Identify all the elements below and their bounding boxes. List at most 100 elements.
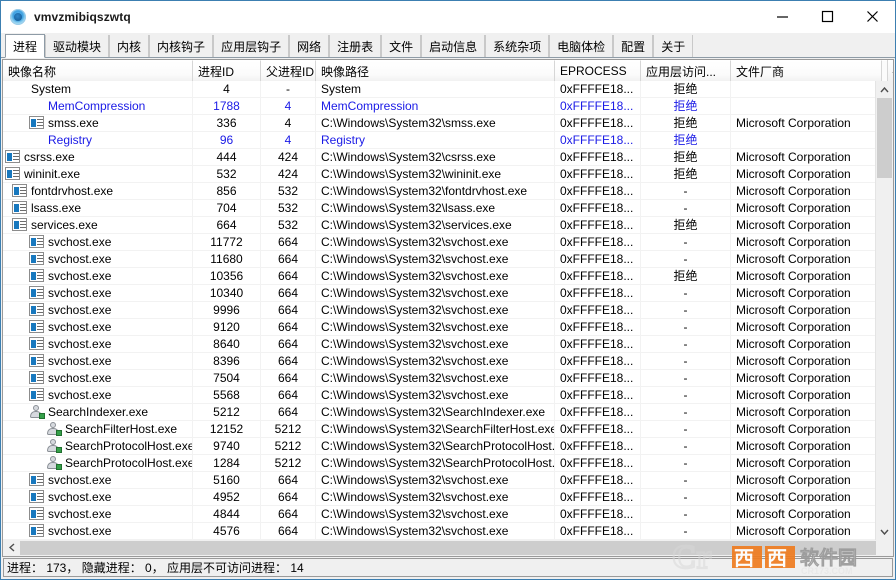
tab-9[interactable]: 系统杂项	[485, 35, 549, 57]
scroll-down-icon[interactable]	[876, 523, 893, 540]
close-icon[interactable]	[850, 1, 895, 32]
tab-label: 内核	[117, 38, 141, 55]
tab-10[interactable]: 电脑体检	[549, 35, 613, 57]
tab-7[interactable]: 文件	[381, 35, 421, 57]
cell-ppid: 664	[261, 523, 316, 540]
table-row[interactable]: SearchIndexer.exe5212664C:\Windows\Syste…	[3, 404, 875, 421]
table-row[interactable]: svchost.exe5568664C:\Windows\System32\sv…	[3, 387, 875, 404]
tab-2[interactable]: 内核	[109, 35, 149, 57]
vertical-scroll-track[interactable]	[876, 98, 893, 523]
tab-3[interactable]: 内核钩子	[149, 35, 213, 57]
tab-0[interactable]: 进程	[5, 34, 45, 58]
cell-ppid: 664	[261, 387, 316, 404]
header-scroll-corner	[887, 60, 894, 81]
cell-vendor: Microsoft Corporation	[731, 200, 875, 217]
table-row[interactable]: svchost.exe10340664C:\Windows\System32\s…	[3, 285, 875, 302]
tab-label: 关于	[661, 38, 685, 55]
cell-ppid: 424	[261, 166, 316, 183]
table-row[interactable]: fontdrvhost.exe856532C:\Windows\System32…	[3, 183, 875, 200]
cell-pid: 5160	[193, 472, 261, 489]
table-row[interactable]: svchost.exe11680664C:\Windows\System32\s…	[3, 251, 875, 268]
process-window-icon	[5, 166, 21, 182]
scroll-left-icon[interactable]	[3, 540, 20, 555]
column-header-label: EPROCESS	[560, 64, 627, 78]
table-row[interactable]: MemCompression17884MemCompression0xFFFFE…	[3, 98, 875, 115]
tab-5[interactable]: 网络	[289, 35, 329, 57]
table-row[interactable]: svchost.exe10356664C:\Windows\System32\s…	[3, 268, 875, 285]
column-header-4[interactable]: EPROCESS	[555, 60, 641, 81]
vertical-scrollbar[interactable]	[875, 81, 893, 540]
cell-image-name: svchost.exe	[3, 302, 193, 319]
tab-12[interactable]: 关于	[653, 35, 693, 57]
table-row[interactable]: svchost.exe4844664C:\Windows\System32\sv…	[3, 506, 875, 523]
cell-ppid: 664	[261, 506, 316, 523]
table-row[interactable]: smss.exe3364C:\Windows\System32\smss.exe…	[3, 115, 875, 132]
cell-vendor: Microsoft Corporation	[731, 472, 875, 489]
cell-pid: 4576	[193, 523, 261, 540]
table-row[interactable]: svchost.exe8396664C:\Windows\System32\sv…	[3, 353, 875, 370]
table-row[interactable]: SearchProtocolHost.exe97405212C:\Windows…	[3, 438, 875, 455]
tab-label: 文件	[389, 38, 413, 55]
column-header-3[interactable]: 映像路径	[316, 60, 555, 81]
table-row[interactable]: SearchFilterHost.exe121525212C:\Windows\…	[3, 421, 875, 438]
column-header-1[interactable]: 进程ID	[193, 60, 261, 81]
cell-image-name: svchost.exe	[3, 268, 193, 285]
table-row[interactable]: svchost.exe9996664C:\Windows\System32\sv…	[3, 302, 875, 319]
cell-vendor: Microsoft Corporation	[731, 489, 875, 506]
cell-image-name: SearchProtocolHost.exe	[3, 455, 193, 472]
table-row[interactable]: svchost.exe9120664C:\Windows\System32\sv…	[3, 319, 875, 336]
tab-label: 网络	[297, 38, 321, 55]
cell-ppid: 664	[261, 336, 316, 353]
cell-eprocess: 0xFFFFE18...	[555, 166, 641, 183]
tab-1[interactable]: 驱动模块	[45, 35, 109, 57]
tab-label: 电脑体检	[557, 38, 605, 55]
column-header-2[interactable]: 父进程ID	[261, 60, 316, 81]
table-row[interactable]: svchost.exe5160664C:\Windows\System32\sv…	[3, 472, 875, 489]
tab-8[interactable]: 启动信息	[421, 35, 485, 57]
vertical-scroll-thumb[interactable]	[877, 98, 892, 178]
horizontal-scrollbar[interactable]	[2, 540, 894, 557]
cell-ppid: 664	[261, 234, 316, 251]
process-name-label: MemCompression	[48, 98, 145, 115]
cell-access: -	[641, 387, 731, 404]
table-row[interactable]: svchost.exe8640664C:\Windows\System32\sv…	[3, 336, 875, 353]
table-row[interactable]: System4-System0xFFFFE18...拒绝	[3, 81, 875, 98]
table-row[interactable]: svchost.exe11772664C:\Windows\System32\s…	[3, 234, 875, 251]
table-row[interactable]: csrss.exe444424C:\Windows\System32\csrss…	[3, 149, 875, 166]
process-name-label: svchost.exe	[48, 302, 111, 319]
process-window-icon	[12, 183, 28, 199]
table-row[interactable]: lsass.exe704532C:\Windows\System32\lsass…	[3, 200, 875, 217]
cell-image-name: svchost.exe	[3, 353, 193, 370]
cell-vendor: Microsoft Corporation	[731, 370, 875, 387]
column-header-0[interactable]: 映像名称	[3, 60, 193, 81]
cell-pid: 8640	[193, 336, 261, 353]
process-name-label: svchost.exe	[48, 370, 111, 387]
table-row[interactable]: SearchProtocolHost.exe12845212C:\Windows…	[3, 455, 875, 472]
column-header-6[interactable]: 文件厂商	[731, 60, 882, 81]
tab-11[interactable]: 配置	[613, 35, 653, 57]
tab-4[interactable]: 应用层钩子	[213, 35, 289, 57]
cell-pid: 444	[193, 149, 261, 166]
process-name-label: wininit.exe	[24, 166, 80, 183]
cell-eprocess: 0xFFFFE18...	[555, 115, 641, 132]
process-name-label: services.exe	[31, 217, 98, 234]
horizontal-scroll-thumb[interactable]	[20, 541, 876, 555]
cell-access: -	[641, 438, 731, 455]
minimize-icon[interactable]	[760, 1, 805, 32]
column-header-5[interactable]: 应用层访问...	[641, 60, 731, 81]
table-row[interactable]: services.exe664532C:\Windows\System32\se…	[3, 217, 875, 234]
table-rows[interactable]: System4-System0xFFFFE18...拒绝MemCompressi…	[3, 81, 875, 540]
table-row[interactable]: svchost.exe4952664C:\Windows\System32\sv…	[3, 489, 875, 506]
cell-path: MemCompression	[316, 98, 555, 115]
table-row[interactable]: svchost.exe7504664C:\Windows\System32\sv…	[3, 370, 875, 387]
table-row[interactable]: svchost.exe4576664C:\Windows\System32\sv…	[3, 523, 875, 540]
cell-vendor: Microsoft Corporation	[731, 166, 875, 183]
table-row[interactable]: Registry964Registry0xFFFFE18...拒绝	[3, 132, 875, 149]
table-row[interactable]: wininit.exe532424C:\Windows\System32\win…	[3, 166, 875, 183]
cell-eprocess: 0xFFFFE18...	[555, 132, 641, 149]
horizontal-scroll-track[interactable]	[20, 540, 893, 556]
cell-vendor: Microsoft Corporation	[731, 115, 875, 132]
scroll-up-icon[interactable]	[876, 81, 893, 98]
tab-6[interactable]: 注册表	[329, 35, 381, 57]
maximize-icon[interactable]	[805, 1, 850, 32]
